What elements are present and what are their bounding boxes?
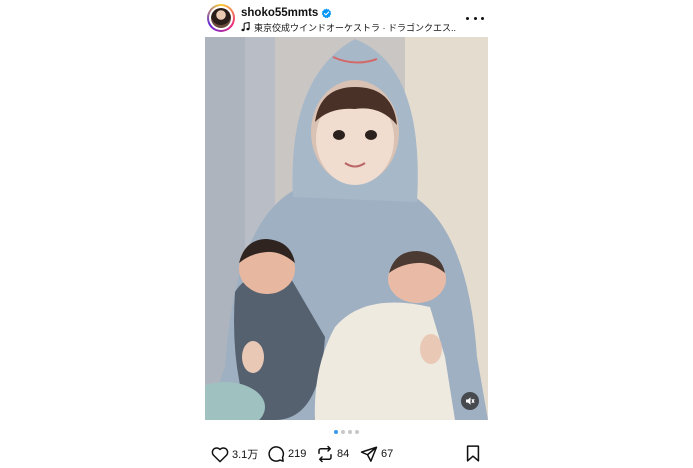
- post-photo-illustration: [205, 37, 488, 420]
- comment-icon: [268, 446, 285, 462]
- music-attribution[interactable]: 東京佼成ウインドオーケストラ · ドラゴンクエス...: [241, 21, 456, 33]
- post-header: shoko55mmts 東京佼成ウインドオーケストラ · ドラゴンクエス...: [205, 2, 488, 36]
- repost-count: 84: [337, 448, 350, 460]
- repost-button[interactable]: 84: [316, 443, 349, 465]
- username-row: shoko55mmts: [241, 6, 332, 20]
- music-track-label: 東京佼成ウインドオーケストラ · ドラゴンクエス...: [254, 22, 456, 33]
- carousel-indicator: [205, 430, 488, 434]
- avatar[interactable]: [207, 4, 235, 32]
- carousel-dot: [355, 430, 359, 434]
- right-eye: [365, 130, 377, 140]
- left-hand: [242, 341, 264, 373]
- avatar-photo: [211, 8, 231, 28]
- like-count: 3.1万: [232, 449, 259, 461]
- carousel-dot-active: [334, 430, 338, 434]
- bookmark-icon: [466, 445, 480, 462]
- post-media[interactable]: [205, 37, 488, 420]
- carousel-dot: [348, 430, 352, 434]
- more-options-icon[interactable]: [466, 12, 484, 24]
- send-icon: [360, 446, 378, 462]
- audio-muted-icon[interactable]: [461, 392, 479, 410]
- left-eye: [333, 130, 345, 140]
- speaker-off-glyph: [466, 397, 475, 405]
- repost-icon: [318, 445, 332, 463]
- comment-count: 219: [288, 448, 307, 460]
- username[interactable]: shoko55mmts: [241, 7, 318, 19]
- right-hand: [420, 334, 442, 364]
- music-note-icon: [241, 22, 250, 32]
- share-count: 67: [381, 448, 394, 460]
- action-bar: 3.1万 219 84 67: [205, 443, 488, 465]
- avatar-ring: [209, 6, 233, 30]
- instagram-post: shoko55mmts 東京佼成ウインドオーケストラ · ドラゴンクエス...: [205, 0, 488, 468]
- like-button[interactable]: 3.1万: [211, 443, 258, 465]
- carousel-dot: [341, 430, 345, 434]
- more-dot: [473, 16, 477, 20]
- share-button[interactable]: 67: [360, 443, 393, 465]
- more-dot: [481, 16, 484, 20]
- save-button[interactable]: [466, 445, 480, 467]
- verified-badge-icon: [322, 8, 332, 18]
- comment-button[interactable]: 219: [267, 443, 306, 465]
- heart-icon: [211, 446, 229, 462]
- more-dot: [466, 16, 469, 20]
